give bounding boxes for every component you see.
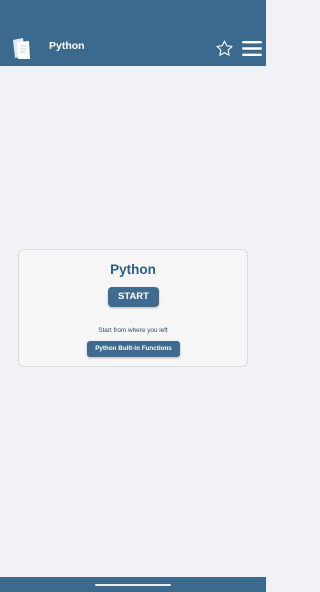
star-icon[interactable] <box>215 39 234 58</box>
app-title: Python <box>49 40 85 52</box>
resume-topic-button[interactable]: Python Built-in Functions <box>87 341 180 357</box>
app-screen: Python Python START Start from where you… <box>0 0 266 592</box>
home-indicator[interactable] <box>95 584 171 586</box>
start-button[interactable]: START <box>108 287 159 307</box>
course-card: Python START Start from where you left P… <box>18 249 248 367</box>
top-app-bar: Python <box>0 0 266 66</box>
hamburger-menu-icon[interactable] <box>242 40 262 57</box>
app-logo-icon <box>13 38 30 59</box>
bottom-navigation-bar <box>0 577 266 592</box>
course-title: Python <box>110 262 156 277</box>
resume-label: Start from where you left <box>98 327 168 334</box>
